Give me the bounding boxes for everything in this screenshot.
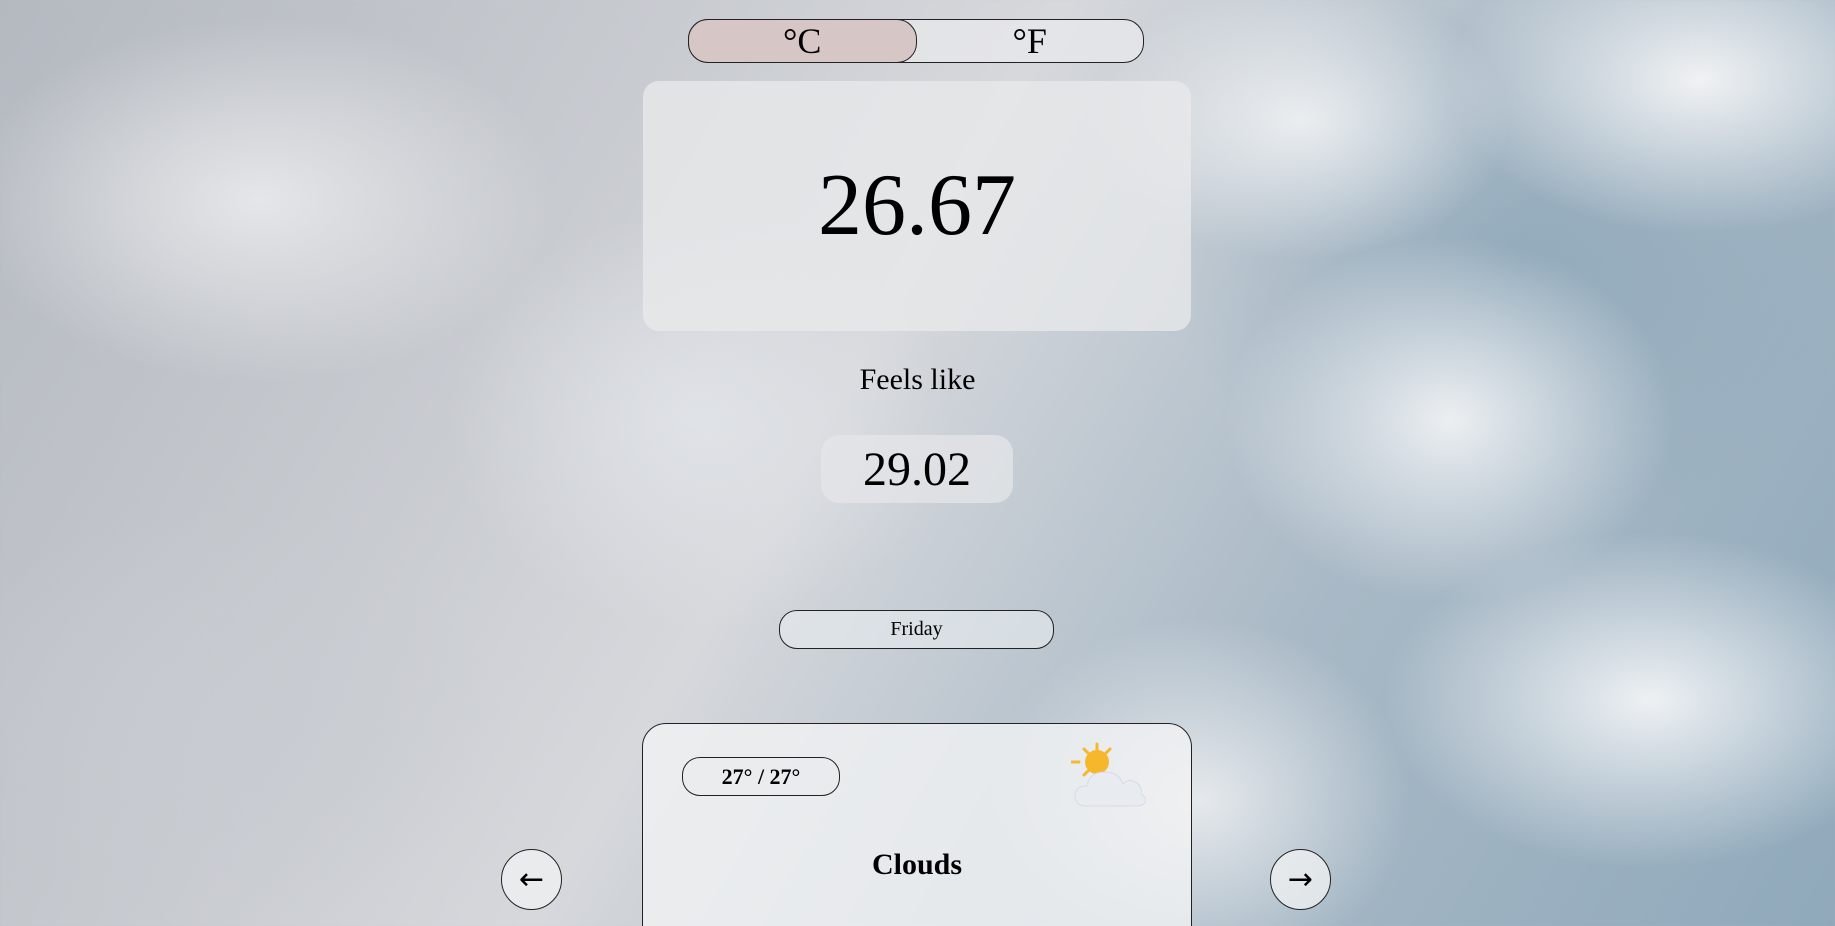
unit-toggle: °C °F xyxy=(688,19,1144,63)
feels-like-value: 29.02 xyxy=(821,435,1013,503)
forecast-card: 27° / 27° Clouds xyxy=(642,723,1192,926)
weather-condition: Clouds xyxy=(871,848,963,881)
feels-like-label: Feels like xyxy=(859,363,976,396)
celsius-toggle-button[interactable]: °C xyxy=(688,19,917,63)
current-temperature-card: 26.67 xyxy=(643,81,1191,331)
current-temperature-value: 26.67 xyxy=(818,157,1016,254)
fahrenheit-toggle-button[interactable]: °F xyxy=(917,20,1144,62)
forecast-day-pill[interactable]: Friday xyxy=(779,610,1054,649)
hi-lo-temperature: 27° / 27° xyxy=(682,757,840,796)
next-day-button[interactable]: → xyxy=(1270,849,1331,910)
previous-day-button[interactable]: ← xyxy=(501,849,562,910)
sun-behind-cloud-icon xyxy=(1071,742,1146,807)
